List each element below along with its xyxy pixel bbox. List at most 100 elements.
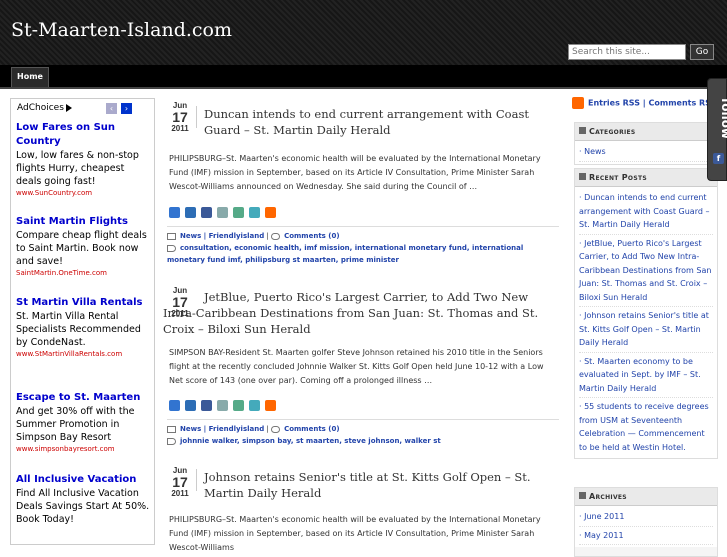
post-title-text[interactable]: Duncan intends to end current arrangemen… [204,107,529,137]
archive-link[interactable]: May 2011 [584,531,623,540]
recent-post-link[interactable]: Duncan intends to end current arrangemen… [579,193,709,229]
delicious-icon[interactable] [169,400,180,411]
digg-icon[interactable] [185,400,196,411]
post-title-text[interactable]: Johnson retains Senior's title at St. Ki… [204,470,531,500]
title-divider [196,469,197,491]
comment-icon [271,232,281,240]
follow-label: follow [719,98,727,140]
ad-title[interactable]: Low Fares on Sun Country [16,121,150,149]
share-bar [169,400,299,414]
email-icon[interactable] [217,207,228,218]
widget-list: · Duncan intends to end current arrangem… [575,187,717,458]
category-icon [167,425,176,433]
category-item[interactable]: · News [579,143,713,162]
tag-icon [167,437,176,445]
ad-url[interactable]: www.simpsonbayresort.com [16,444,150,454]
title-divider [196,106,197,128]
tag-icon [167,244,176,252]
recent-post-item[interactable]: · JetBlue, Puerto Rico's Largest Carrier… [579,235,713,307]
post-comments-link[interactable]: Comments (0) [284,232,339,240]
recent-post-item[interactable]: · Johnson retains Senior's title at St. … [579,307,713,353]
ad-text: Find All Inclusive Vacation Deals Saving… [16,488,150,525]
share-bar [169,207,299,221]
archives-widget: Archives · June 2011 · May 2011 [574,487,718,557]
post-date: Jun 17 2011 [166,466,194,498]
archive-item[interactable]: · May 2011 [579,527,713,545]
ad-title[interactable]: All Inclusive Vacation [16,473,150,487]
ad-title[interactable]: St Martin Villa Rentals [16,296,150,310]
ad-item[interactable]: St Martin Villa Rentals St. Martin Villa… [16,296,150,359]
widget-bullet-icon [579,127,586,134]
ad-url[interactable]: www.StMartinVillaRentals.com [16,349,150,359]
rss-icon[interactable] [265,400,276,411]
category-label[interactable]: News [584,147,606,156]
entries-rss-link[interactable]: Entries RSS [588,99,640,108]
ad-prev-icon[interactable]: ‹ [106,103,117,114]
adchoices-label: AdChoices [17,103,64,113]
archive-link[interactable]: June 2011 [584,512,624,521]
post-comments-link[interactable]: Comments (0) [284,425,339,433]
ad-item[interactable]: Low Fares on Sun Country Low, low fares … [16,121,150,198]
post-date-year: 2011 [171,124,189,133]
recent-post-link[interactable]: Johnson retains Senior's title at St. Ki… [579,311,709,347]
ad-next-icon[interactable]: › [121,103,132,114]
search-input[interactable] [568,44,686,60]
post-title-text[interactable]: JetBlue, Puerto Rico's Largest Carrier, … [163,290,538,336]
post-date-day: 17 [172,109,188,125]
recent-post-item[interactable]: · Duncan intends to end current arrangem… [579,189,713,235]
ad-title[interactable]: Saint Martin Flights [16,215,150,229]
ad-text: Low, low fares & non-stop flights Hurry,… [16,150,139,187]
post-date-day: 17 [172,474,188,490]
ad-title[interactable]: Escape to St. Maarten [16,391,150,405]
recent-post-link[interactable]: 55 students to receive degrees from USM … [579,402,709,452]
post-tags: consultation, economic health, imf missi… [167,242,559,266]
twitter-icon[interactable] [249,400,260,411]
ad-item[interactable]: Saint Martin Flights Compare cheap fligh… [16,215,150,278]
post-tags-list[interactable]: johnnie walker, simpson bay, st maarten,… [180,437,441,445]
ad-url[interactable]: www.SunCountry.com [16,188,150,198]
facebook-icon[interactable]: f [713,153,724,164]
recent-post-link[interactable]: JetBlue, Puerto Rico's Largest Carrier, … [579,239,711,302]
stumbleupon-icon[interactable] [233,207,244,218]
post-categories[interactable]: News | Friendlyisland [180,425,264,433]
follow-tab[interactable]: follow f [707,78,727,181]
twitter-icon[interactable] [249,207,260,218]
post-title[interactable]: Duncan intends to end current arrangemen… [196,106,560,138]
adchoices-link[interactable]: AdChoices [17,103,72,113]
site-title[interactable]: St-Maarten-Island.com [11,19,232,41]
stumbleupon-icon[interactable] [233,400,244,411]
widget-title: Categories [589,127,636,136]
post-categories[interactable]: News | Friendlyisland [180,232,264,240]
post-excerpt: PHILIPSBURG–St. Maarten's economic healt… [169,515,541,552]
post-date-year: 2011 [171,489,189,498]
post-title[interactable]: Johnson retains Senior's title at St. Ki… [196,469,560,501]
widget-header: Categories [575,123,717,141]
post-date: Jun 17 2011 [166,101,194,133]
email-icon[interactable] [217,400,228,411]
rss-separator: | [642,98,646,108]
search-go-button[interactable]: Go [690,44,714,60]
recent-post-item[interactable]: · 55 students to receive degrees from US… [579,398,713,456]
categories-widget: Categories · News [574,122,718,165]
digg-icon[interactable] [185,207,196,218]
facebook-icon[interactable] [201,400,212,411]
ad-url[interactable]: SaintMartin.OneTime.com [16,268,150,278]
rss-links: Entries RSS | Comments RSS [572,97,716,109]
recent-posts-widget: Recent Posts · Duncan intends to end cur… [574,168,718,459]
recent-post-link[interactable]: St. Maarten economy to be evaluated in S… [579,357,701,393]
ad-item[interactable]: Escape to St. Maarten And get 30% off wi… [16,391,150,454]
ad-item[interactable]: All Inclusive Vacation Find All Inclusiv… [16,473,150,526]
category-icon [167,232,176,240]
facebook-icon[interactable] [201,207,212,218]
recent-post-item[interactable]: · St. Maarten economy to be evaluated in… [579,353,713,398]
archive-item[interactable]: · June 2011 [579,508,713,527]
nav-home-tab[interactable]: Home [11,67,49,87]
ad-text: Compare cheap flight deals to Saint Mart… [16,230,147,267]
post-tags-list[interactable]: consultation, economic health, imf missi… [167,244,523,264]
rss-icon[interactable] [265,207,276,218]
delicious-icon[interactable] [169,207,180,218]
post-meta: News | Friendlyisland | Comments (0) joh… [167,419,559,447]
ad-text: And get 30% off with the Summer Promotio… [16,406,135,443]
rss-icon [572,97,584,109]
post-title[interactable]: JetBlue, Puerto Rico's Largest Carrier, … [163,289,559,337]
